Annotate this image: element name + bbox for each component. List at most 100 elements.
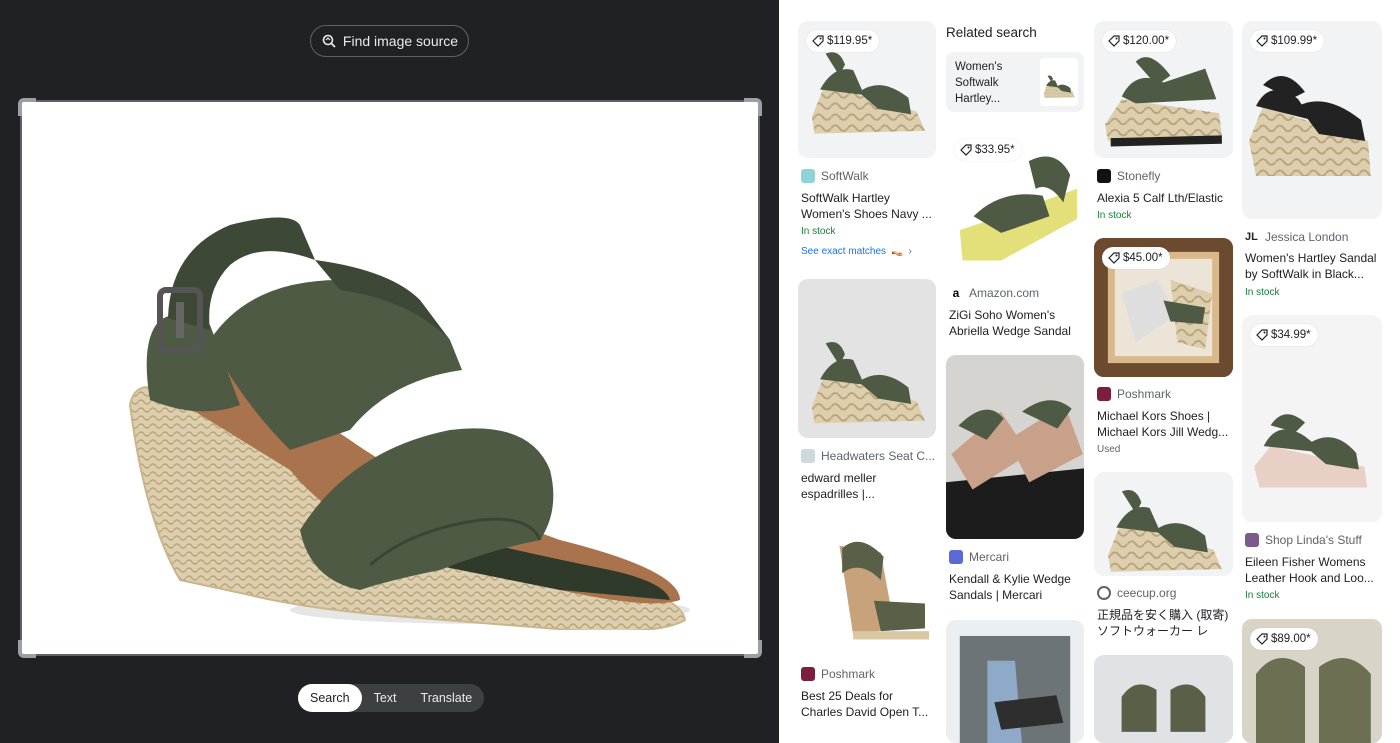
result-title[interactable]: 正規品を安く購入 (取寄) ソフトウォーカー レデ... [1097,607,1229,639]
see-exact-matches-link[interactable]: See exact matches 👡 › [801,246,912,257]
result-source[interactable]: Poshmark [1097,387,1171,401]
result-source[interactable]: Shop Linda's Stuff [1245,533,1362,547]
result-title[interactable]: Best 25 Deals for Charles David Open T..… [801,688,933,720]
result-title[interactable]: Eileen Fisher Womens Leather Hook and Lo… [1245,554,1381,586]
sandal-thumbnail-image [1043,75,1075,98]
result-thumbnail[interactable]: $120.00* [1094,21,1233,158]
result-source[interactable]: Headwaters Seat C... [801,449,935,463]
result-source[interactable]: JL Jessica London [1245,230,1348,244]
result-title[interactable]: ZiGi Soho Women's Abriella Wedge Sandal [949,307,1081,339]
source-name: Shop Linda's Stuff [1265,533,1362,547]
price-text: $33.95* [975,144,1015,156]
result-thumbnail[interactable] [798,518,936,656]
result-title[interactable]: Kendall & Kylie Wedge Sandals | Mercari [949,571,1081,603]
result-source[interactable]: a Amazon.com [949,286,1039,300]
result-title[interactable]: Alexia 5 Calf Lth/Elastic [1097,190,1229,206]
price-tag: $45.00* [1102,247,1170,269]
price-text: $34.99* [1271,329,1311,341]
price-tag-icon [1256,35,1268,47]
poshmark-favicon-icon [1097,387,1111,401]
source-name: Headwaters Seat C... [821,449,936,463]
result-source[interactable]: SoftWalk [801,169,869,183]
mountain-favicon-icon [801,449,815,463]
result-thumbnail[interactable]: $34.99* [1242,315,1382,522]
result-thumbnail[interactable] [946,355,1084,539]
tab-text[interactable]: Text [362,684,409,712]
source-name: Jessica London [1265,230,1349,244]
sandal-thumbnail-image [1121,684,1206,732]
result-source[interactable]: Poshmark [801,667,875,681]
result-thumbnail[interactable]: $33.95* [946,130,1084,275]
softwalk-favicon-icon [801,169,815,183]
visual-matches-panel: $119.95* SoftWalk SoftWalk Hartley Women… [779,0,1400,743]
source-name: Poshmark [821,667,876,681]
result-thumbnail[interactable] [1094,472,1233,576]
crop-corner-top-right[interactable] [744,98,762,116]
mercari-favicon-icon [949,550,963,564]
sandal-product-image [128,217,690,630]
result-title[interactable]: edward meller espadrilles |... [801,470,933,502]
related-search-chip[interactable]: Women's Softwalk Hartley... [946,52,1084,112]
image-search-icon [322,34,336,48]
price-tag: $109.99* [1250,30,1325,52]
source-name: Poshmark [1117,387,1172,401]
sandal-thumbnail-image [959,635,1071,743]
price-tag-icon [1256,329,1268,341]
sandal-thumbnail-image [946,355,1084,539]
result-thumbnail[interactable] [1094,655,1233,743]
price-text: $120.00* [1123,35,1170,47]
shop-bag-favicon-icon [1245,533,1259,547]
crop-corner-bottom-right[interactable] [744,640,762,658]
price-tag: $33.95* [954,139,1022,161]
result-source[interactable]: ceecup.org [1097,586,1176,600]
related-search-image [1040,58,1078,106]
stock-status: In stock [1245,590,1280,601]
condition-status: Used [1097,444,1121,455]
result-source[interactable]: Mercari [949,550,1009,564]
sandal-thumbnail-image [811,341,925,424]
shoe-mini-icon: 👡 [891,246,904,257]
result-thumbnail[interactable] [946,620,1084,743]
chevron-right-icon: › [908,246,912,257]
result-thumbnail[interactable]: $109.99* [1242,21,1382,219]
price-tag-icon [1256,633,1268,645]
source-name: ceecup.org [1117,586,1177,600]
selected-image-area[interactable] [18,98,762,658]
price-tag-icon [812,35,824,47]
find-image-source-button[interactable]: Find image source [310,25,469,57]
find-image-source-label: Find image source [342,33,459,49]
price-tag: $89.00* [1250,628,1318,650]
result-title[interactable]: Michael Kors Shoes | Michael Kors Jill W… [1097,408,1229,440]
stonefly-favicon-icon [1097,169,1111,183]
source-name: Mercari [969,550,1010,564]
price-text: $109.99* [1271,35,1318,47]
sandal-thumbnail-image [839,541,930,640]
tab-search[interactable]: Search [298,684,362,712]
poshmark-favicon-icon [801,667,815,681]
see-exact-matches-label: See exact matches [801,246,887,257]
lens-mode-tabs: Search Text Translate [298,684,485,712]
source-name: SoftWalk [821,169,869,183]
result-title[interactable]: Women's Hartley Sandal by SoftWalk in Bl… [1245,250,1381,282]
result-thumbnail[interactable]: $89.00* [1242,619,1382,743]
crop-corner-top-left[interactable] [18,98,36,116]
price-tag: $119.95* [806,30,880,52]
globe-favicon-icon [1097,586,1111,600]
price-text: $119.95* [827,35,873,47]
crop-corner-bottom-left[interactable] [18,640,36,658]
result-thumbnail[interactable]: $119.95* [798,21,936,158]
amazon-favicon-icon: a [949,286,963,300]
jessica-london-favicon-icon: JL [1245,230,1259,244]
result-source[interactable]: Stonefly [1097,169,1160,183]
tab-translate[interactable]: Translate [409,684,485,712]
stock-status: In stock [801,226,836,237]
result-title[interactable]: SoftWalk Hartley Women's Shoes Navy ... [801,190,933,222]
lens-image-panel: Find image source Search Text Translate [0,0,779,743]
price-tag: $34.99* [1250,324,1318,346]
price-text: $45.00* [1123,252,1163,264]
price-text: $89.00* [1271,633,1311,645]
sandal-thumbnail-image [1254,414,1368,488]
result-thumbnail[interactable] [798,279,936,438]
result-thumbnail[interactable]: $45.00* [1094,238,1233,377]
stock-status: In stock [1245,287,1280,298]
